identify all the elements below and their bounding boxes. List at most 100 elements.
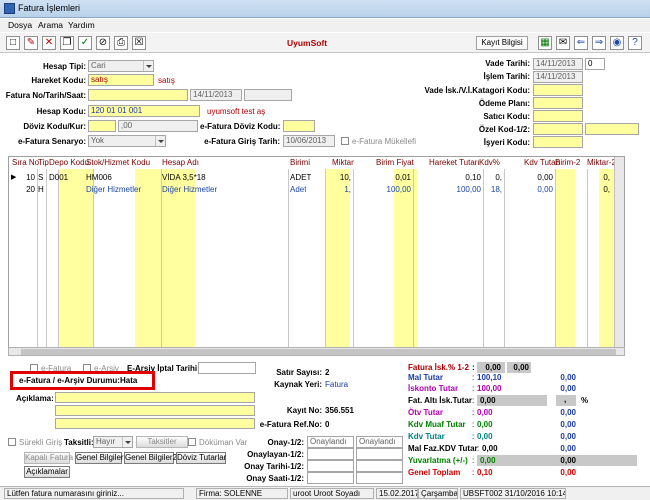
fatura-tarih-field[interactable]: 14/11/2013	[190, 89, 242, 101]
arrow-left-icon[interactable]: ⇐	[574, 36, 588, 50]
status-date: 15.02.2017	[376, 488, 418, 499]
satici-kodu-field[interactable]	[533, 110, 583, 122]
mail-icon[interactable]: ✉	[556, 36, 570, 50]
onay-saati-2-field[interactable]	[356, 472, 403, 484]
onay-tarihi-1-field[interactable]	[307, 460, 354, 472]
doviz-tutarlar-button[interactable]: Döviz Tutarlar	[176, 452, 226, 464]
col-miktar[interactable]: Miktar	[332, 157, 354, 169]
check-icon[interactable]: ✓	[78, 36, 92, 50]
vade-isk-field[interactable]	[533, 84, 583, 96]
col-birim-2[interactable]: Birim-2	[555, 157, 580, 169]
taksitler-button[interactable]: Taksitler	[136, 436, 188, 448]
status-day: Çarşamba	[418, 488, 458, 499]
onay-label: Onay-1/2:	[267, 438, 304, 447]
onay-tarihi-2-field[interactable]	[356, 460, 403, 472]
col-kdv-yuzde[interactable]: Kdv%	[479, 157, 500, 169]
ozel-kod-label: Özel Kod-1/2:	[478, 125, 530, 134]
table-row[interactable]: ▶ 10 S D001 HM006 VİDA 3,5*18 ADET 10, 0…	[9, 172, 624, 183]
col-hesap-adi[interactable]: Hesap Adı	[162, 157, 199, 169]
onay-tarihi-label: Onay Tarihi-1/2:	[244, 462, 304, 471]
doviz-kodu-field[interactable]	[88, 120, 116, 132]
kaynak-yeri-label: Kaynak Yeri:	[274, 380, 322, 389]
fat-alti-isk-value: 0,00	[480, 396, 496, 405]
ozel-kod-2-field[interactable]	[585, 123, 639, 135]
cancel-icon[interactable]: ⊘	[96, 36, 110, 50]
efatura-mukellefi-checkbox[interactable]	[341, 137, 349, 145]
odeme-plani-field[interactable]	[533, 97, 583, 109]
isyeri-kodu-field[interactable]	[533, 136, 583, 148]
efatura-giris-field[interactable]: 10/06/2013	[283, 135, 335, 147]
hesap-tipi-label: Hesap Tipi:	[43, 62, 86, 71]
onay-1-field[interactable]: Onaylandı	[307, 436, 354, 448]
copy-icon[interactable]: ❐	[60, 36, 74, 50]
delete-icon[interactable]: ✕	[42, 36, 56, 50]
onaylayan-1-field[interactable]	[307, 448, 354, 460]
genel-bilgiler2-button[interactable]: Genel Bilgiler2	[124, 452, 177, 464]
arrow-right-icon[interactable]: ⇒	[592, 36, 606, 50]
col-birimi[interactable]: Birimi	[290, 157, 310, 169]
hesap-tipi-select[interactable]: Cari	[88, 60, 154, 72]
col-birim-fiyat[interactable]: Birim Fiyat	[376, 157, 414, 169]
islem-tarihi-label: İşlem Tarihi:	[483, 72, 530, 81]
col-hareket-tutari[interactable]: Hareket Tutarı	[429, 157, 480, 169]
aciklama-line-2[interactable]	[55, 405, 255, 416]
genel-bilgiler-button[interactable]: Genel Bilgiler	[75, 452, 124, 464]
edit-icon[interactable]: ✎	[24, 36, 38, 50]
chevron-down-icon	[122, 437, 132, 447]
close-form-icon[interactable]: ☒	[132, 36, 146, 50]
aciklamalar-button[interactable]: Açıklamalar	[24, 466, 70, 478]
col-depo-kodu[interactable]: Depo Kodu	[49, 157, 89, 169]
aciklama-line-1[interactable]	[55, 392, 255, 403]
table-row[interactable]: 20 H Diğer Hizmetler Diğer Hizmetler Ade…	[9, 184, 624, 195]
ozel-kod-1-field[interactable]	[533, 123, 583, 135]
vade-tarihi-field[interactable]: 14/11/2013	[533, 58, 583, 70]
taksitli-select[interactable]: Hayır	[93, 436, 133, 448]
row-pointer-icon: ▶	[11, 174, 17, 181]
status-version: UBSFT002 31/10/2016 10:14	[460, 488, 566, 499]
help-icon[interactable]: ?	[628, 36, 642, 50]
fat-alti-isk-percent: %	[581, 396, 589, 405]
grid-vertical-scrollbar[interactable]	[614, 157, 624, 355]
hareket-kodu-field[interactable]: satış	[88, 74, 154, 86]
earsiv-iptal-field[interactable]	[198, 362, 256, 374]
menu-yardim[interactable]: Yardım	[68, 20, 95, 30]
kapali-fatura-button[interactable]: Kapalı Fatura	[24, 452, 73, 464]
col-miktar-2[interactable]: Miktar-2	[587, 157, 616, 169]
kayit-bilgisi-button[interactable]: Kayıt Bilgisi	[476, 36, 528, 50]
col-tip[interactable]: Tip	[38, 157, 49, 169]
menu-dosya[interactable]: Dosya	[8, 20, 32, 30]
yuvarlatma-value[interactable]: 0,00	[480, 456, 520, 465]
aciklama-line-3[interactable]	[55, 418, 255, 429]
satir-sayisi-value: 2	[325, 368, 330, 377]
islem-tarihi-field[interactable]: 14/11/2013	[533, 71, 583, 83]
fatura-no-field[interactable]	[88, 89, 188, 101]
vade-gun-field[interactable]: 0	[585, 58, 605, 70]
surekli-giris-checkbox[interactable]	[8, 438, 16, 446]
onay-saati-1-field[interactable]	[307, 472, 354, 484]
col-sira-no[interactable]: Sıra No	[12, 157, 39, 169]
grid-horizontal-scrollbar[interactable]	[8, 347, 625, 356]
onaylayan-2-field[interactable]	[356, 448, 403, 460]
onay-2-field[interactable]: Onaylandı	[356, 436, 403, 448]
kdv-muaf-value: 0,00	[477, 420, 493, 429]
chevron-down-icon	[143, 61, 153, 71]
globe-icon[interactable]: ◉	[610, 36, 624, 50]
new-icon[interactable]: □	[6, 36, 20, 50]
efatura-senaryo-select[interactable]: Yok	[88, 135, 166, 147]
doviz-kur-field[interactable]: ,00	[118, 120, 198, 132]
aciklama-label: Açıklama:	[16, 394, 54, 403]
onaylayan-label: Onaylayan-1/2:	[247, 450, 304, 459]
onay-saati-label: Onay Saati-1/2:	[246, 474, 304, 483]
menu-arama[interactable]: Arama	[38, 20, 63, 30]
efatura-doviz-field[interactable]	[283, 120, 315, 132]
total-label: Ötv Tutar	[408, 408, 443, 417]
kaynak-yeri-value: Fatura	[325, 380, 349, 389]
hesap-kodu-field[interactable]: 120 01 01 001	[88, 105, 200, 117]
col-stok-kodu[interactable]: Stok/Hizmet Kodu	[86, 157, 150, 169]
dokuman-var-checkbox[interactable]	[188, 438, 196, 446]
satici-kodu-label: Satıcı Kodu:	[483, 112, 530, 121]
fatura-saat-field[interactable]	[244, 89, 292, 101]
print-icon[interactable]: ⎙	[114, 36, 128, 50]
calculator-icon[interactable]: ▦	[538, 36, 552, 50]
invoice-lines-grid[interactable]: Sıra No Tip Depo Kodu Stok/Hizmet Kodu H…	[8, 156, 625, 356]
